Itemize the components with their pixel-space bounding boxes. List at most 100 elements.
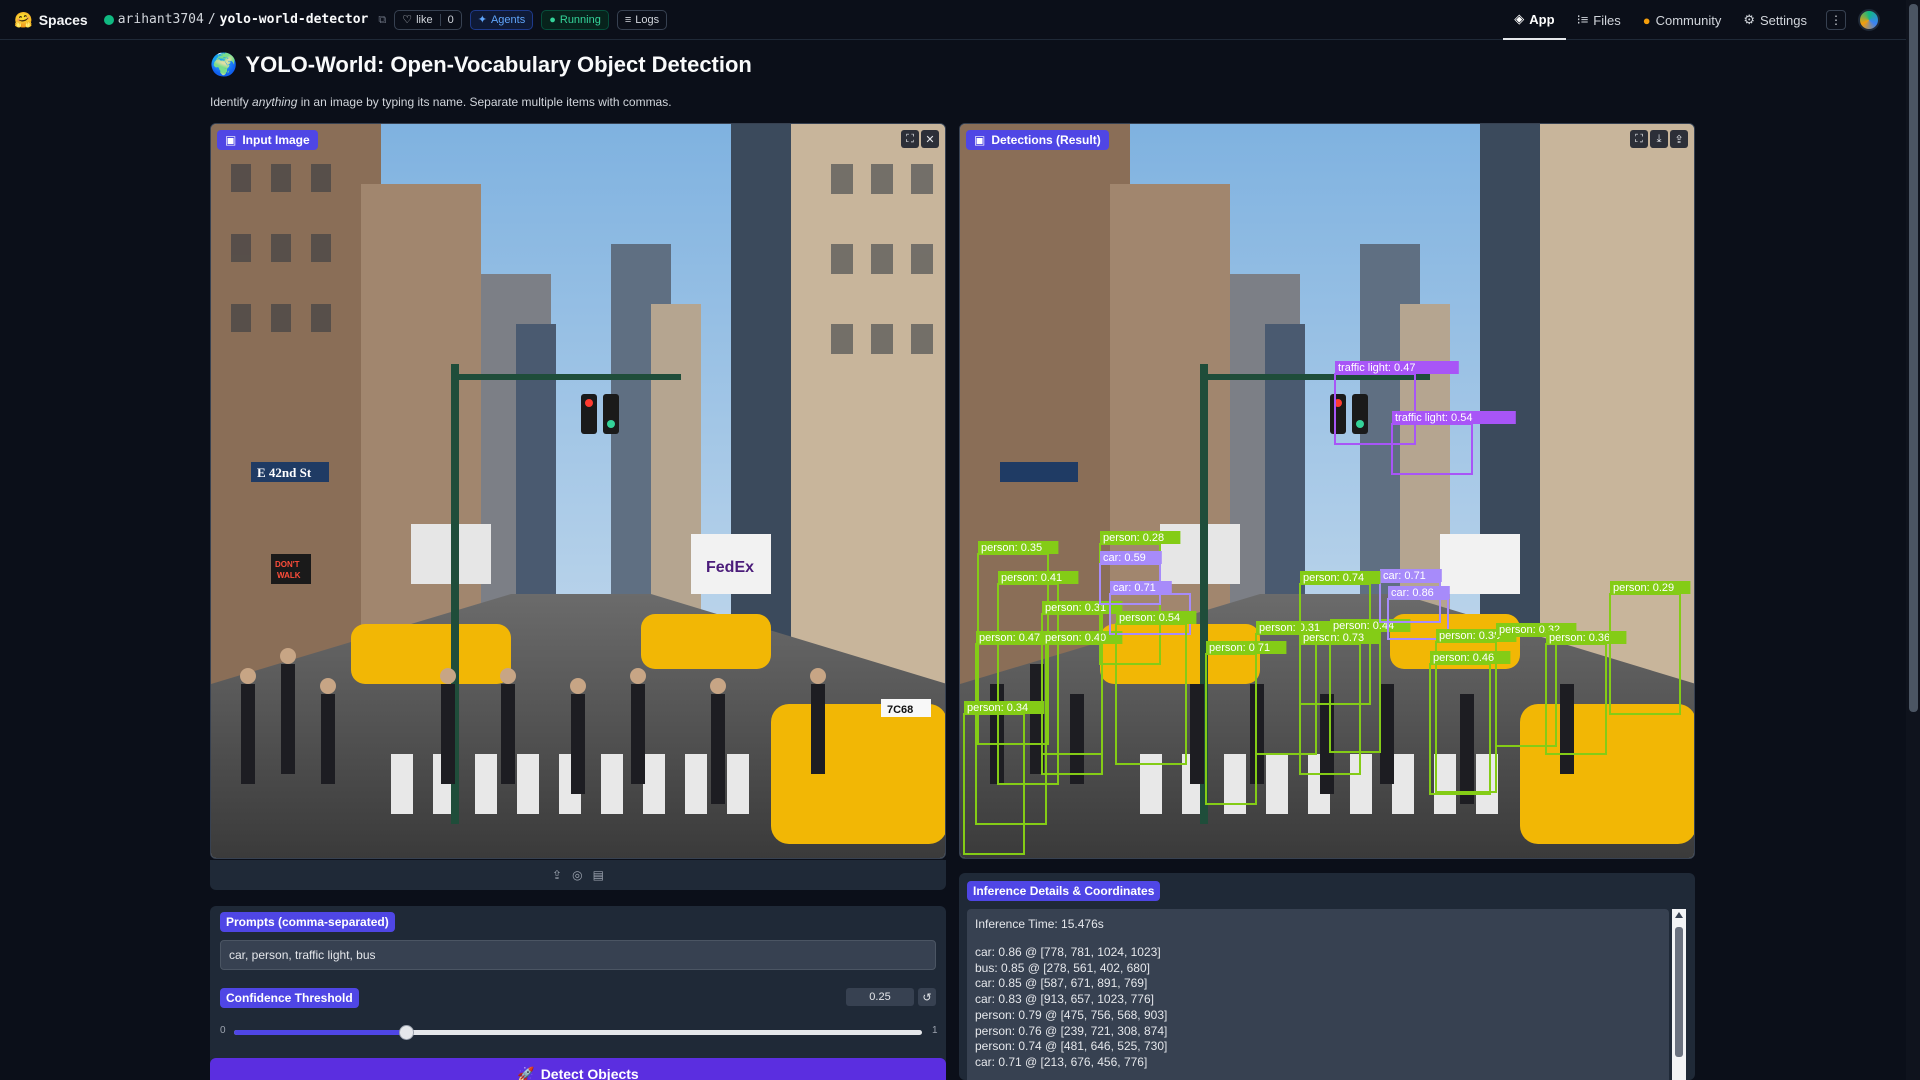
- clipboard-icon[interactable]: ▤: [593, 868, 604, 882]
- prompts-input[interactable]: [220, 940, 936, 970]
- inference-details-block: Inference Details & Coordinates Inferenc…: [959, 873, 1695, 1080]
- agents-icon: ✦: [477, 14, 487, 26]
- detect-objects-button[interactable]: 🚀 Detect Objects: [210, 1058, 946, 1080]
- detection-label: car: 0.71: [1383, 570, 1426, 582]
- running-dot-icon: ●: [549, 13, 556, 26]
- agents-label: Agents: [490, 13, 526, 26]
- detection-label: person: 0.35: [981, 542, 1042, 554]
- tab-community-label: Community: [1655, 12, 1722, 28]
- page-scrollbar[interactable]: [1906, 0, 1920, 1080]
- repo-owner[interactable]: arihant3704: [118, 12, 204, 27]
- detection-label: person: 0.74: [1303, 572, 1364, 584]
- page-title: 🌍 YOLO-World: Open-Vocabulary Object Det…: [210, 52, 752, 78]
- slider-handle[interactable]: [399, 1025, 414, 1040]
- like-count: 0: [439, 13, 454, 26]
- download-icon[interactable]: ⤓: [1650, 130, 1668, 148]
- detection-label: person: 0.36: [1549, 632, 1610, 644]
- slider-fill: [234, 1030, 406, 1035]
- status-badge[interactable]: ● Running: [541, 9, 609, 30]
- detection-label: traffic light: 0.54: [1395, 412, 1472, 424]
- copy-icon[interactable]: ⧉: [378, 13, 386, 27]
- reset-icon[interactable]: ↺: [918, 988, 936, 1006]
- detection-label: traffic light: 0.47: [1338, 362, 1415, 374]
- street-scene-image: FedEx 7C68 E 42nd St DON'T WALK: [211, 124, 945, 858]
- more-options-icon[interactable]: ⋮: [1826, 10, 1846, 30]
- result-image-label: ▣ Detections (Result): [966, 130, 1109, 150]
- detection-label: person: 0.34: [967, 702, 1028, 714]
- image-source-bar: ⇪ ◎ ▤: [210, 860, 946, 890]
- logs-label: Logs: [635, 13, 660, 26]
- inference-details-textbox[interactable]: Inference Time: 15.476s car: 0.86 @ [778…: [967, 909, 1669, 1080]
- scroll-up-icon[interactable]: [1675, 912, 1683, 918]
- close-icon[interactable]: ✕: [921, 130, 939, 148]
- page-title-text: YOLO-World: Open-Vocabulary Object Detec…: [245, 52, 752, 77]
- repo-path[interactable]: arihant3704 / yolo-world-detector ⧉: [103, 12, 386, 27]
- detect-button-label: Detect Objects: [540, 1066, 639, 1080]
- inference-time: Inference Time: 15.476s: [975, 917, 1104, 931]
- image-icon: ▣: [225, 133, 237, 147]
- detection-label: car: 0.86: [1391, 587, 1434, 599]
- app-icon: ◈: [1514, 11, 1525, 26]
- details-scrollbar[interactable]: [1672, 909, 1686, 1080]
- details-scrollbar-thumb[interactable]: [1675, 927, 1683, 1057]
- detection-line: bus: 0.85 @ [278, 561, 402, 680]: [975, 960, 1150, 975]
- avatar[interactable]: [1858, 9, 1880, 31]
- detection-label: person: 0.28: [1103, 532, 1164, 544]
- detection-label: person: 0.29: [1613, 582, 1674, 594]
- inference-details-label: Inference Details & Coordinates: [967, 881, 1161, 901]
- space-nav: ◈ App ⁝≡ Files ● Community ⚙ Settings ⋮: [1503, 0, 1880, 40]
- result-image-panel[interactable]: ▣ Detections (Result) ⛶ ⤓ ⇪ traffic ligh…: [959, 123, 1695, 859]
- input-image-panel[interactable]: ▣ Input Image ⛶ ✕ FedEx 7C68 E 42nd St D…: [210, 123, 946, 859]
- image-icon: ▣: [974, 133, 986, 147]
- gear-icon: ⚙: [1743, 12, 1756, 27]
- webcam-icon[interactable]: ◎: [572, 868, 582, 882]
- taxi-number: 7C68: [887, 704, 913, 716]
- tab-community[interactable]: ● Community: [1632, 0, 1733, 40]
- detection-label: car: 0.71: [1113, 582, 1156, 594]
- page-scrollbar-thumb[interactable]: [1909, 4, 1918, 712]
- detection-label: person: 0.31: [1045, 602, 1106, 614]
- detection-label: person: 0.54: [1119, 612, 1180, 624]
- detection-label: car: 0.59: [1103, 552, 1146, 564]
- detection-line: car: 0.86 @ [778, 781, 1024, 1023]: [975, 945, 1161, 959]
- detection-label: person: 0.38: [1439, 630, 1500, 642]
- detection-label: person: 0.47: [979, 632, 1040, 644]
- repo-separator: /: [207, 12, 216, 27]
- subtitle-pre: Identify: [210, 95, 253, 109]
- repo-name[interactable]: yolo-world-detector: [220, 12, 369, 27]
- slider-min-label: 0: [220, 1025, 226, 1036]
- input-image-label: ▣ Input Image: [217, 130, 318, 150]
- globe-icon: 🌍: [210, 52, 238, 77]
- input-image-label-text: Input Image: [242, 133, 310, 147]
- like-button[interactable]: ♡ like 0: [394, 9, 462, 30]
- tab-app-label: App: [1529, 11, 1555, 27]
- result-image-tools: ⛶ ⤓ ⇪: [1630, 130, 1688, 148]
- fullscreen-icon[interactable]: ⛶: [901, 130, 919, 148]
- subtitle-emphasis: anything: [252, 95, 298, 109]
- logs-button[interactable]: ≡ Logs: [616, 9, 668, 30]
- top-bar: 🤗 Spaces arihant3704 / yolo-world-detect…: [0, 0, 1920, 40]
- detection-label: person: 0.46: [1433, 652, 1494, 664]
- community-icon: ●: [1642, 12, 1651, 28]
- share-icon[interactable]: ⇪: [1670, 130, 1688, 148]
- files-icon: ⁝≡: [1576, 12, 1589, 27]
- detection-line: person: 0.76 @ [239, 721, 308, 874]: [975, 1023, 1168, 1038]
- confidence-number-input[interactable]: 0.25: [846, 988, 914, 1006]
- status-label: Running: [559, 13, 601, 26]
- truck-logo: FedEx: [706, 559, 754, 576]
- confidence-label: Confidence Threshold: [220, 988, 359, 1008]
- tab-settings[interactable]: ⚙ Settings: [1732, 0, 1818, 40]
- detection-line: car: 0.71 @ [213, 676, 456, 776]: [975, 1054, 1148, 1069]
- agents-button[interactable]: ✦ Agents: [469, 9, 534, 30]
- subtitle-post: in an image by typing its name. Separate…: [297, 95, 672, 109]
- upload-icon[interactable]: ⇪: [552, 868, 562, 882]
- detection-line: person: 0.79 @ [475, 756, 568, 903]: [975, 1007, 1168, 1022]
- tab-app[interactable]: ◈ App: [1503, 0, 1566, 40]
- fullscreen-icon[interactable]: ⛶: [1630, 130, 1648, 148]
- detection-line: car: 0.83 @ [913, 657, 1023, 776]: [975, 992, 1154, 1007]
- logs-icon: ≡: [624, 13, 632, 26]
- confidence-slider[interactable]: [234, 1025, 922, 1040]
- detection-label: person: 0.40: [1045, 632, 1106, 644]
- tab-files[interactable]: ⁝≡ Files: [1566, 0, 1632, 40]
- spaces-brand[interactable]: 🤗 Spaces: [14, 11, 88, 29]
